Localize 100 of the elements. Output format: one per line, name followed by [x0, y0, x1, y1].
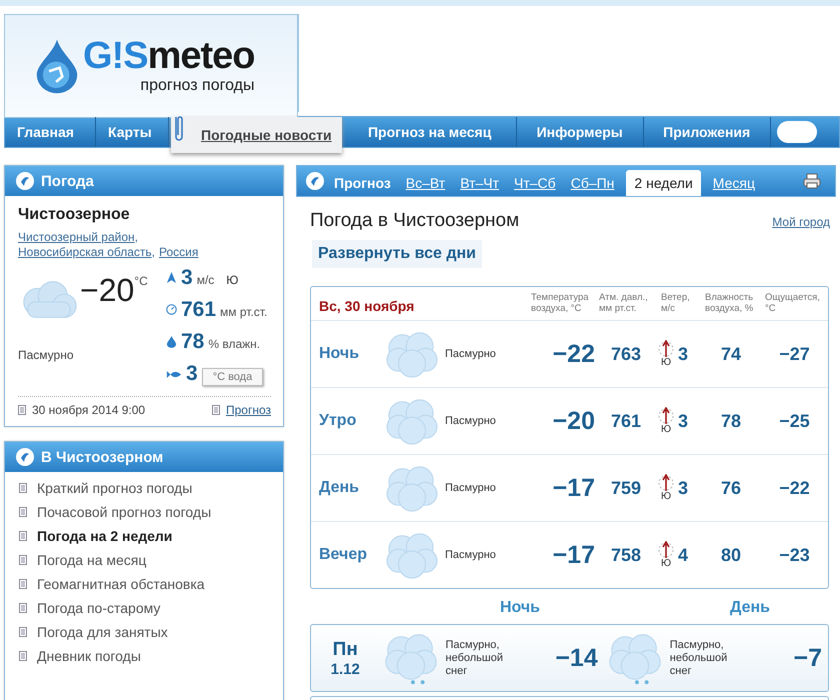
- separator: ,: [134, 230, 138, 244]
- period-tab[interactable]: Сб–Пн: [568, 170, 618, 196]
- nav-item[interactable]: Карты: [96, 117, 169, 147]
- stat-unit: % влажн.: [208, 337, 260, 351]
- panel-title: В Чистоозерном: [41, 448, 164, 466]
- menu-link[interactable]: Геомагнитная обстановка: [37, 576, 205, 592]
- region-link[interactable]: Чистоозерный район: [18, 230, 135, 244]
- period-tab[interactable]: Чт–Сб: [511, 170, 559, 196]
- panel-title: Погода: [41, 172, 94, 190]
- document-icon: [19, 507, 27, 517]
- nav-item[interactable]: Прогноз на месяц: [344, 117, 517, 147]
- day-card[interactable]: Пн 1.12 Пасмурно, небольшой снег −14 Пасмурно, небольшой снег −7: [310, 624, 829, 692]
- period-tab[interactable]: Вт–Чт: [457, 170, 502, 196]
- document-icon: [19, 651, 27, 661]
- menu-link[interactable]: Погода на месяц: [37, 552, 146, 568]
- day-date: 1.12: [330, 660, 360, 678]
- column-header: Влажность воздуха, %: [704, 292, 754, 314]
- weekday: Пн: [332, 638, 358, 660]
- stat-value: 3: [186, 362, 198, 386]
- condition-text: Пасмурно: [18, 348, 75, 362]
- period-tab[interactable]: Вс–Вт: [402, 170, 448, 196]
- nav-item[interactable]: Информеры: [516, 117, 644, 147]
- temperature: −14: [554, 644, 598, 672]
- region-link[interactable]: Новосибирская область: [18, 245, 152, 259]
- condition-text: Пасмурно: [445, 549, 497, 561]
- wind-direction: Ю: [660, 425, 672, 435]
- page-title: Погода в Чистоозерном: [310, 210, 520, 232]
- period-label: Утро: [319, 412, 358, 430]
- temperature: −17: [552, 474, 595, 502]
- column-header: Ощущается, °С: [764, 292, 821, 314]
- temperature: −17: [552, 540, 595, 570]
- period-label: Ночь: [319, 345, 360, 363]
- feels-like-value: −27: [778, 344, 811, 364]
- stat-value: 3: [181, 266, 193, 290]
- column-header: Температура воздуха, °С: [530, 292, 590, 314]
- tooltip: °С вода: [202, 368, 264, 386]
- separator: ,: [152, 245, 156, 259]
- printer-icon[interactable]: [803, 173, 822, 189]
- humidity-value: 78: [720, 410, 742, 432]
- document-icon: [18, 405, 26, 415]
- wind-direction: Ю: [660, 492, 672, 502]
- logo-icon: [305, 171, 325, 191]
- condition-text: Пасмурно, небольшой снег: [670, 638, 728, 678]
- humidity-value: 74: [720, 344, 742, 364]
- menu-link[interactable]: Погода для занятых: [37, 624, 168, 640]
- humidity-value: 76: [720, 478, 742, 498]
- current-temperature: −20: [80, 272, 134, 309]
- menu-link[interactable]: Краткий прогноз погоды: [37, 480, 192, 496]
- search-field[interactable]: [776, 121, 817, 143]
- menu-link[interactable]: Дневник погоды: [37, 648, 141, 664]
- stat-value: 761: [181, 298, 216, 322]
- period-label: Вечер: [319, 546, 368, 564]
- stat-unit: м/с: [196, 273, 214, 287]
- pressure-value: 761: [610, 410, 642, 432]
- column-header: Атм. давл., мм рт.ст.: [598, 292, 649, 314]
- menu-link[interactable]: Погода по-старому: [37, 600, 160, 616]
- my-city-link[interactable]: Мой город: [772, 215, 830, 229]
- menu-link[interactable]: Почасовой прогноз погоды: [37, 504, 212, 520]
- paperclip-icon: [173, 113, 185, 143]
- fish-icon: [166, 369, 182, 380]
- stat-unit: мм рт.ст.: [220, 305, 268, 319]
- document-icon: [19, 555, 27, 565]
- wind-direction: Ю: [226, 273, 238, 287]
- column-header: Ночь: [500, 599, 540, 618]
- tagline: прогноз погоды: [139, 77, 254, 95]
- logo-banner[interactable]: G!Smeteo прогноз погоды: [4, 14, 298, 118]
- day-date: Вс, 30 ноября: [319, 298, 416, 314]
- expand-all-button[interactable]: Развернуть все дни: [312, 240, 482, 268]
- water-drop-logo-icon: [35, 37, 79, 95]
- condition-text: Пасмурно: [445, 348, 497, 360]
- document-icon: [19, 627, 27, 637]
- news-tab[interactable]: Погодные новости: [171, 117, 342, 153]
- temperature-unit: °C: [134, 274, 148, 288]
- nav-item[interactable]: Приложения: [644, 117, 771, 147]
- drop-icon: [166, 335, 177, 348]
- feels-like-value: −22: [778, 478, 811, 498]
- nav-item[interactable]: Главная: [5, 117, 96, 147]
- arrow-up-icon: [166, 271, 177, 284]
- document-icon: [19, 579, 27, 589]
- period-tab[interactable]: 2 недели: [626, 170, 701, 196]
- menu-link[interactable]: Погода на 2 недели: [37, 528, 172, 544]
- region-link[interactable]: Россия: [159, 245, 198, 259]
- temperature: −20: [552, 406, 595, 436]
- forecast-link[interactable]: Прогноз: [226, 403, 271, 417]
- tab-bar-label: Прогноз: [334, 174, 391, 193]
- condition-text: Пасмурно: [445, 415, 497, 427]
- humidity-value: 80: [720, 544, 742, 566]
- wind-speed: 3: [678, 344, 688, 364]
- column-header: День: [730, 599, 770, 618]
- wind-speed: 3: [678, 478, 688, 498]
- pressure-value: 763: [610, 344, 642, 364]
- condition-text: Пасмурно, небольшой снег: [446, 638, 504, 678]
- period-label: День: [319, 479, 360, 497]
- condition-text: Пасмурно: [445, 482, 497, 494]
- logo-icon: [15, 447, 35, 467]
- gauge-icon: [166, 303, 177, 316]
- stat-value: 78: [181, 330, 204, 354]
- period-tab[interactable]: Месяц: [710, 170, 758, 196]
- wind-direction: Ю: [660, 358, 672, 368]
- observation-date: 30 ноября 2014 9:00: [32, 403, 146, 417]
